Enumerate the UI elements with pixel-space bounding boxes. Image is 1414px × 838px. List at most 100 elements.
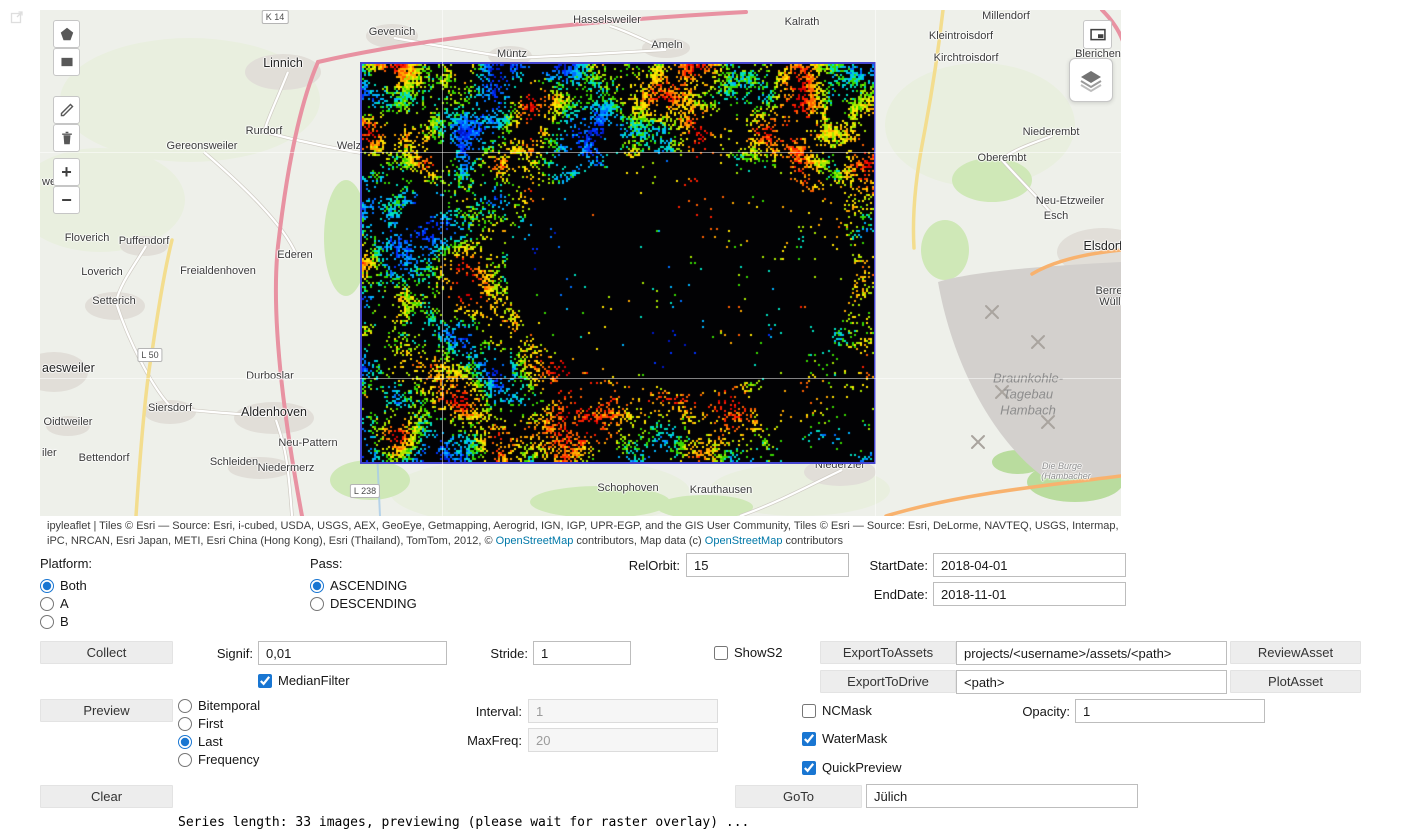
signif-input[interactable] — [258, 641, 447, 665]
interval-label: Interval: — [454, 704, 522, 719]
quickpreview-checkbox[interactable]: QuickPreview — [802, 760, 901, 775]
zoom-out-button[interactable]: − — [53, 186, 80, 214]
clear-button[interactable]: Clear — [40, 785, 173, 808]
ncmask-checkbox[interactable]: NCMask — [802, 703, 872, 718]
map-canvas[interactable]: Millendorf Hasselsweiler Kalrath Kleintr… — [40, 10, 1121, 516]
radio-b[interactable] — [40, 615, 54, 629]
mode-option-frequency[interactable]: Frequency — [178, 752, 259, 767]
platform-option-both[interactable]: Both — [40, 578, 87, 593]
map-label: Kalrath — [785, 16, 820, 28]
map-label: Loverich — [81, 266, 123, 278]
plot-asset-button[interactable]: PlotAsset — [1230, 670, 1361, 693]
stride-label: Stride: — [462, 646, 528, 661]
quickpreview-box[interactable] — [802, 761, 816, 775]
radio-bitemporal[interactable] — [178, 699, 192, 713]
enddate-label: EndDate: — [848, 587, 928, 602]
review-asset-button[interactable]: ReviewAsset — [1230, 641, 1361, 664]
pass-option-ascending[interactable]: ASCENDING — [310, 578, 407, 593]
platform-option-b[interactable]: B — [40, 614, 69, 629]
radio-both[interactable] — [40, 579, 54, 593]
mode-option-first[interactable]: First — [178, 716, 223, 731]
shows2-checkbox[interactable]: ShowS2 — [714, 645, 782, 660]
radio-frequency[interactable] — [178, 753, 192, 767]
collect-button[interactable]: Collect — [40, 641, 173, 664]
zoom-in-button[interactable]: + — [53, 158, 80, 186]
map-label: Niederembt — [1023, 126, 1080, 138]
draw-polygon-button[interactable] — [53, 20, 80, 48]
opacity-input[interactable] — [1075, 699, 1265, 723]
polygon-icon — [58, 25, 76, 43]
map-label: Wülle — [1099, 296, 1121, 308]
map-label: Gereonsweiler — [167, 140, 238, 152]
pass-option-descending[interactable]: DESCENDING — [310, 596, 417, 611]
map-label: Linnich — [263, 56, 303, 70]
stride-input[interactable] — [533, 641, 631, 665]
assets-path-input[interactable] — [956, 641, 1227, 665]
map-label: Hasselsweiler — [573, 14, 641, 26]
option-label: Last — [198, 734, 223, 749]
drive-path-input[interactable] — [956, 670, 1227, 694]
pass-label: Pass: — [310, 556, 343, 571]
rectangle-icon — [58, 53, 76, 71]
road-badge: L 50 — [137, 348, 162, 362]
map-label: Krauthausen — [690, 484, 752, 496]
preview-button[interactable]: Preview — [40, 699, 173, 722]
watermask-box[interactable] — [802, 732, 816, 746]
export-to-assets-button[interactable]: ExportToAssets — [820, 641, 956, 664]
option-label: DESCENDING — [330, 596, 417, 611]
export-to-drive-button[interactable]: ExportToDrive — [820, 670, 956, 693]
graticule-line — [875, 10, 876, 516]
delete-layers-button[interactable] — [53, 124, 80, 152]
medianfilter-box[interactable] — [258, 674, 272, 688]
radio-last[interactable] — [178, 735, 192, 749]
map-label: iler — [42, 447, 57, 459]
option-label: WaterMask — [822, 731, 887, 746]
attribution-text: contributors, Map data (c) — [573, 535, 704, 547]
edit-pencil-icon — [58, 101, 76, 119]
edit-layers-button[interactable] — [53, 96, 80, 124]
map-label: Niedermerz — [258, 462, 315, 474]
map-label: Die Burge — [1042, 461, 1082, 471]
relorbit-input[interactable] — [686, 553, 849, 577]
map-label: Ederen — [277, 249, 312, 261]
map-label: Puffendorf — [119, 235, 170, 247]
watermask-checkbox[interactable]: WaterMask — [802, 731, 887, 746]
enddate-input[interactable] — [933, 582, 1126, 606]
map-label: Siersdorf — [148, 402, 192, 414]
goto-input[interactable] — [866, 784, 1138, 808]
goto-button[interactable]: GoTo — [735, 785, 862, 808]
radio-descending[interactable] — [310, 597, 324, 611]
draw-rectangle-button[interactable] — [53, 48, 80, 76]
map-label: (Hambacher — [1041, 471, 1091, 481]
osm-link[interactable]: OpenStreetMap — [705, 535, 783, 547]
road-badge: L 238 — [350, 484, 380, 498]
radio-ascending[interactable] — [310, 579, 324, 593]
graticule-line — [40, 378, 1121, 379]
relorbit-label: RelOrbit: — [608, 558, 680, 573]
fullscreen-icon — [1088, 25, 1108, 45]
map-label: Bettendorf — [79, 452, 130, 464]
ncmask-box[interactable] — [802, 704, 816, 718]
radio-a[interactable] — [40, 597, 54, 611]
platform-option-a[interactable]: A — [40, 596, 69, 611]
map-label: Elsdorf — [1084, 239, 1121, 253]
fullscreen-button[interactable] — [1083, 20, 1112, 49]
map-label: Welz — [337, 140, 361, 152]
map-label: Oidtweiler — [44, 416, 93, 428]
mode-option-last[interactable]: Last — [178, 734, 223, 749]
radio-first[interactable] — [178, 717, 192, 731]
opacity-label: Opacity: — [1002, 704, 1070, 719]
maxfreq-input — [528, 728, 718, 752]
map-label: Neu-Etzweiler — [1036, 195, 1104, 207]
startdate-input[interactable] — [933, 553, 1126, 577]
osm-link[interactable]: OpenStreetMap — [496, 535, 574, 547]
medianfilter-checkbox[interactable]: MedianFilter — [258, 673, 350, 688]
option-label: Bitemporal — [198, 698, 260, 713]
layers-control-button[interactable] — [1069, 58, 1113, 102]
mode-option-bitemporal[interactable]: Bitemporal — [178, 698, 260, 713]
trash-icon — [58, 129, 76, 147]
shows2-box[interactable] — [714, 646, 728, 660]
road-badge: K 14 — [262, 10, 289, 24]
output-line: Series length: 33 images, previewing (pl… — [178, 815, 749, 832]
option-label: ShowS2 — [734, 645, 782, 660]
